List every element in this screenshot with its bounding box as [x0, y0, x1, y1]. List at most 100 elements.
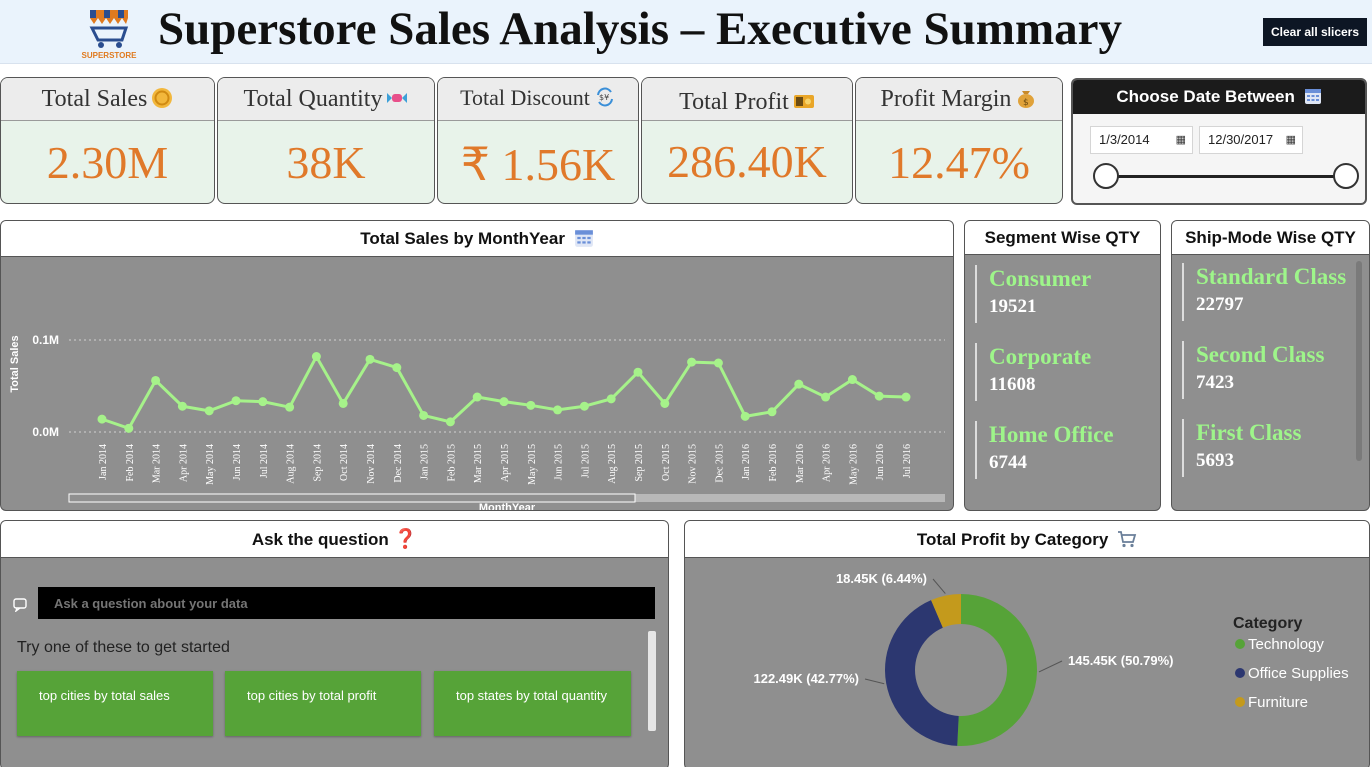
donut-slice[interactable]: [957, 594, 1037, 746]
shipmode-qty-panel: Ship-Mode Wise QTY Standard Class 22797 …: [1171, 220, 1370, 511]
legend-entry[interactable]: Office Supplies: [1248, 665, 1349, 682]
x-tick-label: Nov 2015: [688, 444, 699, 484]
x-tick-label: May 2015: [527, 444, 538, 485]
sales-data-point: [794, 379, 804, 389]
qa-title: Ask the question: [251, 530, 389, 549]
segment-value: 19521: [989, 296, 1037, 317]
end-date-input[interactable]: 12/30/2017 ▦: [1199, 126, 1303, 154]
y-tick-label: 0.0M: [32, 425, 59, 439]
kpi-label: Profit Margin: [880, 86, 1012, 112]
legend-swatch: [1235, 668, 1245, 678]
date-slider-track[interactable]: [1107, 175, 1347, 178]
x-tick-label: Jul 2015: [580, 444, 591, 478]
x-tick-label: Jul 2014: [259, 444, 270, 478]
shipmode-item-second[interactable]: Second Class 7423: [1182, 341, 1346, 399]
suggestions-scrollbar[interactable]: [648, 631, 656, 731]
chart-scrollbar-thumb[interactable]: [68, 493, 636, 503]
sales-data-point: [97, 414, 107, 424]
x-tick-label: Dec 2015: [714, 444, 725, 483]
sales-series-line: [101, 355, 907, 430]
calendar-small-icon[interactable]: ▦: [1176, 127, 1186, 153]
sales-by-month-panel: Total Sales by MonthYear 0.1M 0.0M Total S…: [0, 220, 954, 511]
kpi-card-total-profit: Total Profit 286.40K: [641, 77, 853, 204]
profit-donut-chart[interactable]: 145.45K (50.79%) 122.49K (42.77%) 18.45K (…: [685, 559, 1369, 767]
sales-data-point: [419, 410, 429, 420]
segment-value: 11608: [989, 374, 1036, 395]
sales-data-point: [821, 392, 831, 402]
header-bar: SUPERSTORE Superstore Sales Analysis – E…: [0, 0, 1372, 64]
kpi-label: Total Discount: [460, 85, 590, 110]
svg-text:$: $: [1023, 98, 1029, 108]
legend-entry[interactable]: Furniture: [1248, 694, 1308, 711]
list-scrollbar[interactable]: [1356, 261, 1362, 461]
x-tick-label: Mar 2016: [795, 444, 806, 483]
sales-data-point: [177, 401, 187, 411]
panel-header: Total Sales by MonthYear: [1, 221, 953, 257]
date-slider-start-handle[interactable]: [1093, 163, 1119, 189]
segment-item-home-office[interactable]: Home Office 6744: [975, 421, 1114, 479]
question-mark-icon: ❓: [393, 529, 418, 550]
kpi-header: Total Discount $¥: [438, 78, 638, 121]
date-slider-end-handle[interactable]: [1333, 163, 1359, 189]
coin-icon: [152, 88, 173, 108]
suggestion-chip-cities-profit[interactable]: top cities by total profit: [225, 671, 421, 736]
x-tick-label: Sep 2014: [312, 444, 323, 482]
panel-header: Segment Wise QTY: [965, 221, 1160, 255]
slice-data-label: 122.49K (42.77%): [753, 671, 859, 686]
qa-hint: Try one of these to get started: [17, 639, 230, 656]
x-tick-label: Jan 2015: [420, 444, 431, 480]
kpi-value: 38K: [286, 137, 366, 188]
x-tick-label: Feb 2016: [768, 444, 779, 482]
shipmode-item-first[interactable]: First Class 5693: [1182, 419, 1346, 477]
sales-data-point: [124, 423, 134, 433]
suggestion-chip-states-quantity[interactable]: top states by total quantity: [434, 671, 631, 736]
shipmode-list: Standard Class 22797 Second Class 7423 F…: [1182, 263, 1346, 497]
sales-line-chart[interactable]: 0.1M 0.0M Total Sales Jan 2014 Feb 2014 Mar 2…: [1, 258, 953, 511]
y-tick-label: 0.1M: [32, 333, 59, 347]
sales-data-point: [338, 398, 348, 408]
start-date-input[interactable]: 1/3/2014 ▦: [1090, 126, 1193, 154]
legend-entry[interactable]: Technology: [1248, 636, 1324, 653]
x-tick-label: Mar 2015: [473, 444, 484, 483]
segment-name: Home Office: [989, 422, 1114, 447]
sales-data-point: [151, 375, 161, 385]
sales-data-point: [553, 405, 563, 415]
slicer-title: Choose Date Between: [1116, 87, 1295, 106]
svg-text:$¥: $¥: [599, 93, 609, 102]
money-bag-icon: $: [1018, 91, 1035, 108]
calendar-small-icon[interactable]: ▦: [1286, 127, 1296, 153]
sales-data-point: [767, 407, 777, 417]
x-tick-label: Apr 2016: [822, 444, 833, 482]
page-title: Superstore Sales Analysis – Executive Su…: [158, 3, 1122, 55]
shipmode-value: 5693: [1196, 450, 1234, 471]
calendar-icon: [1304, 89, 1321, 104]
currency-exchange-icon: $¥: [596, 87, 613, 107]
slicer-header: Choose Date Between: [1073, 80, 1365, 114]
slice-data-label: 145.45K (50.79%): [1068, 653, 1174, 668]
x-tick-label: Aug 2015: [607, 444, 618, 484]
segment-item-corporate[interactable]: Corporate 11608: [975, 343, 1114, 401]
kpi-header: Total Quantity: [218, 78, 434, 121]
x-tick-label: Oct 2015: [661, 444, 672, 481]
x-tick-label: Jun 2014: [232, 444, 243, 480]
x-axis-label: MonthYear: [479, 502, 536, 511]
kpi-card-total-discount: Total Discount $¥ ₹ 1.56K: [437, 77, 639, 204]
shipmode-name: Second Class: [1196, 342, 1325, 367]
clear-all-slicers-button[interactable]: Clear all slicers: [1263, 18, 1367, 46]
kpi-value: 286.40K: [667, 136, 827, 187]
sales-data-point: [472, 392, 482, 402]
x-tick-label: Apr 2014: [178, 444, 189, 482]
x-tick-label: Nov 2014: [366, 444, 377, 484]
sales-data-point: [231, 396, 241, 406]
sales-data-point: [606, 394, 616, 404]
sales-chart-title: Total Sales by MonthYear: [360, 229, 565, 248]
sales-data-point: [285, 402, 295, 412]
shipmode-item-standard[interactable]: Standard Class 22797: [1182, 263, 1346, 321]
question-input[interactable]: [38, 587, 655, 619]
segment-item-consumer[interactable]: Consumer 19521: [975, 265, 1114, 323]
legend-title: Category: [1233, 615, 1302, 632]
segment-list: Consumer 19521 Corporate 11608 Home Offi…: [975, 265, 1114, 499]
shipmode-name: Standard Class: [1196, 264, 1347, 289]
suggestion-chip-cities-sales[interactable]: top cities by total sales: [17, 671, 213, 736]
sales-data-point: [526, 400, 536, 410]
